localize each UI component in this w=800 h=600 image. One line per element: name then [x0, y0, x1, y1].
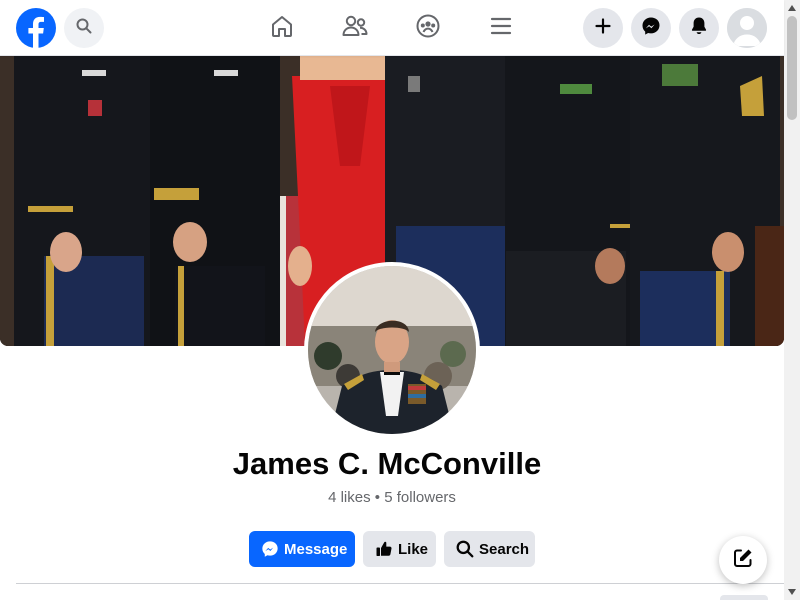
bell-icon [690, 16, 708, 41]
search-button[interactable] [64, 8, 104, 48]
thumbs-up-icon [375, 540, 393, 558]
message-button-label: Message [284, 540, 348, 558]
likes-count[interactable]: 4 likes [328, 489, 371, 506]
account-avatar[interactable] [727, 8, 767, 48]
scrollbar-thumb[interactable] [787, 16, 797, 120]
page-scrollbar[interactable] [784, 0, 800, 600]
groups-icon [415, 13, 441, 44]
profile-name: James C. McConville [232, 446, 542, 481]
scroll-down-arrow-icon[interactable] [784, 584, 800, 600]
plus-icon [594, 17, 612, 40]
section-divider [16, 583, 784, 584]
notifications-button[interactable] [679, 8, 719, 48]
like-button-label: Like [398, 540, 429, 558]
profile-actions: Message Like Search [249, 531, 535, 567]
profile-photo-image [308, 266, 476, 434]
search-icon [76, 18, 92, 39]
like-button[interactable]: Like [363, 531, 436, 567]
search-icon [456, 540, 474, 558]
search-button-label: Search [479, 540, 530, 558]
top-navigation-bar [0, 0, 784, 56]
menu-icon [489, 15, 513, 42]
profile-stats: 4 likes • 5 followers [0, 489, 784, 506]
message-button[interactable]: Message [249, 531, 355, 567]
profile-picture[interactable] [304, 262, 480, 438]
search-profile-button[interactable]: Search [444, 531, 535, 567]
followers-count[interactable]: 5 followers [384, 489, 456, 506]
scroll-up-arrow-icon[interactable] [784, 0, 800, 16]
messenger-button[interactable] [631, 8, 671, 48]
nav-menu-tab[interactable] [485, 12, 517, 44]
messenger-icon [261, 540, 279, 558]
tab-hint [720, 595, 768, 600]
stats-separator: • [374, 489, 381, 506]
messenger-icon [641, 16, 661, 41]
nav-groups-tab[interactable] [412, 12, 444, 44]
facebook-logo-icon[interactable] [16, 8, 56, 48]
home-icon [269, 13, 295, 44]
default-avatar-icon [727, 8, 767, 48]
friends-icon [341, 13, 369, 44]
compose-icon [732, 547, 754, 574]
nav-home-tab[interactable] [266, 12, 298, 44]
compose-message-button[interactable] [719, 536, 767, 584]
create-button[interactable] [583, 8, 623, 48]
nav-friends-tab[interactable] [339, 12, 371, 44]
